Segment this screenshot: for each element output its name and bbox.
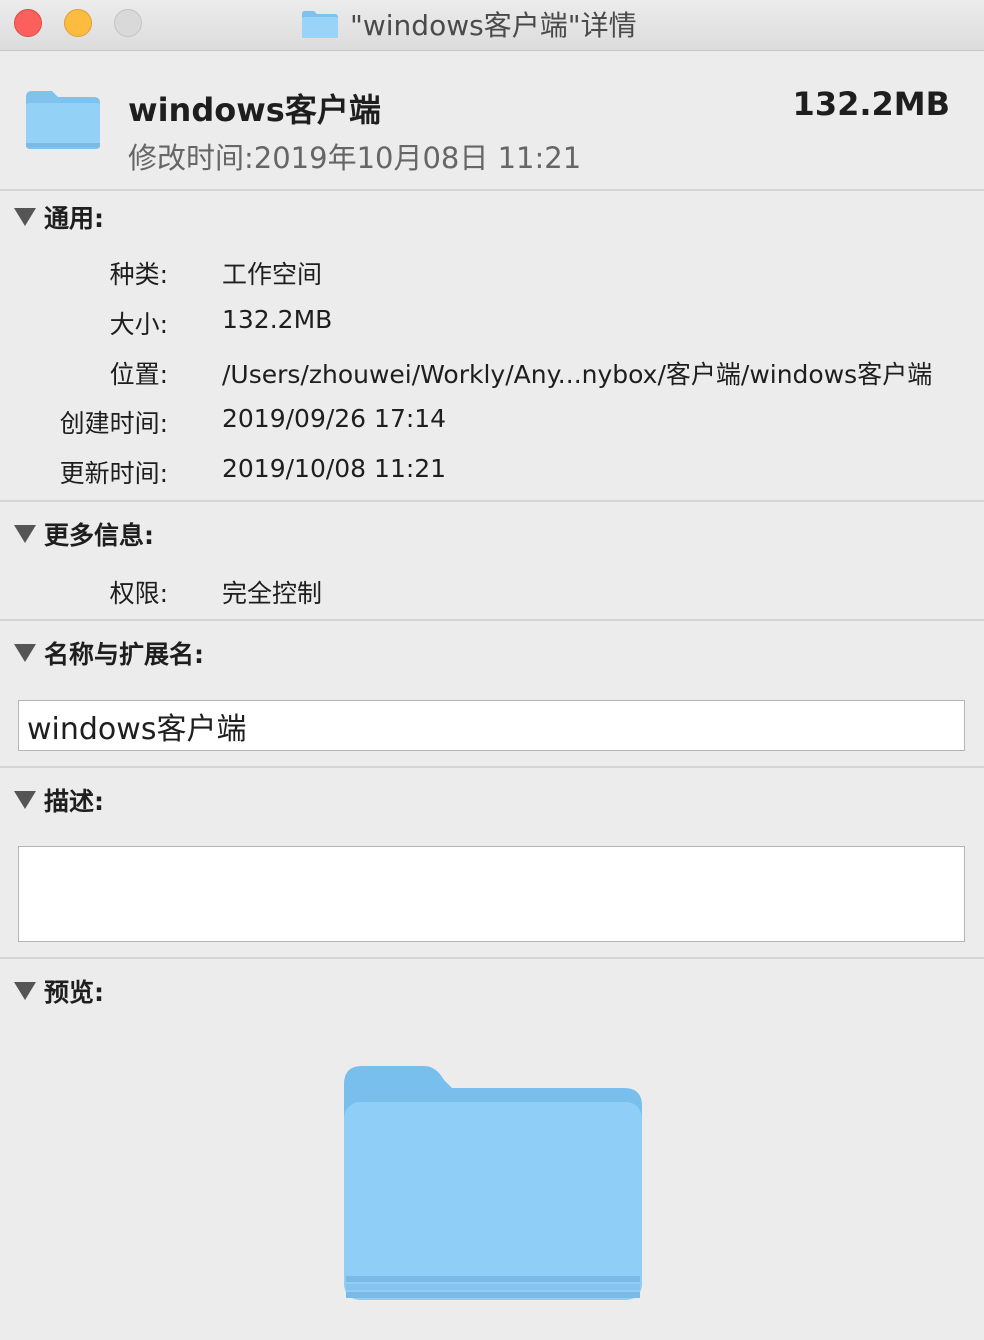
more-info-section: 更多信息: 权限: 完全控制 <box>0 502 984 621</box>
row-label: 创建时间: <box>59 409 168 438</box>
name-input[interactable] <box>19 701 964 750</box>
name-field[interactable] <box>18 700 965 751</box>
preview-folder-icon <box>344 1066 642 1300</box>
section-title: 更多信息: <box>44 521 154 550</box>
section-title: 描述: <box>44 787 104 816</box>
general-section-toggle[interactable]: 通用: <box>14 200 104 234</box>
description-section: 描述: <box>0 768 984 959</box>
disclosure-triangle-icon[interactable] <box>14 208 36 226</box>
disclosure-triangle-icon[interactable] <box>14 644 36 662</box>
window-title-group: "windows客户端"详情 <box>300 0 637 48</box>
info-row-kind: 种类: 工作空间 <box>0 251 984 291</box>
row-label: 更新时间: <box>59 459 168 488</box>
general-section: 通用: 种类: 工作空间 大小: 132.2MB 位置: /Users/zhou… <box>0 191 984 502</box>
item-size: 132.2MB <box>792 85 950 123</box>
row-value: 2019/09/26 17:14 <box>222 404 447 433</box>
description-field[interactable] <box>18 846 965 942</box>
description-section-toggle[interactable]: 描述: <box>14 783 104 817</box>
section-title: 预览: <box>44 978 104 1007</box>
name-extension-section-toggle[interactable]: 名称与扩展名: <box>14 636 204 670</box>
section-title: 通用: <box>44 204 104 233</box>
summary-header: windows客户端 修改时间:2019年10月08日 11:21 132.2M… <box>0 51 984 191</box>
row-value: 132.2MB <box>222 305 333 334</box>
disclosure-triangle-icon[interactable] <box>14 525 36 543</box>
zoom-button[interactable] <box>114 9 142 37</box>
row-label: 种类: <box>109 260 168 289</box>
info-row-updated: 更新时间: 2019/10/08 11:21 <box>0 450 984 490</box>
item-name: windows客户端 <box>128 91 381 129</box>
info-row-size: 大小: 132.2MB <box>0 301 984 341</box>
section-title: 名称与扩展名: <box>44 640 204 669</box>
title-bar: "windows客户端"详情 <box>0 0 984 51</box>
close-button[interactable] <box>14 9 42 37</box>
info-row-created: 创建时间: 2019/09/26 17:14 <box>0 400 984 440</box>
info-row-location: 位置: /Users/zhouwei/Workly/Any...nybox/客户… <box>0 351 984 391</box>
row-value: 2019/10/08 11:21 <box>222 454 447 483</box>
row-value: /Users/zhouwei/Workly/Any...nybox/客户端/wi… <box>222 360 933 389</box>
row-value: 完全控制 <box>222 579 323 608</box>
window-title: "windows客户端"详情 <box>350 9 637 42</box>
row-value: 工作空间 <box>222 260 323 289</box>
disclosure-triangle-icon[interactable] <box>14 791 36 809</box>
info-row-permission: 权限: 完全控制 <box>0 570 984 610</box>
row-label: 位置: <box>109 360 168 389</box>
preview-section-toggle[interactable]: 预览: <box>14 974 104 1008</box>
modified-date: 修改时间:2019年10月08日 11:21 <box>128 141 582 175</box>
minimize-button[interactable] <box>64 9 92 37</box>
row-label: 权限: <box>109 579 168 608</box>
disclosure-triangle-icon[interactable] <box>14 982 36 1000</box>
name-extension-section: 名称与扩展名: <box>0 621 984 768</box>
row-label: 大小: <box>109 310 168 339</box>
description-input[interactable] <box>19 847 964 941</box>
title-folder-icon <box>302 11 338 38</box>
more-info-section-toggle[interactable]: 更多信息: <box>14 517 154 551</box>
folder-icon <box>26 91 100 149</box>
